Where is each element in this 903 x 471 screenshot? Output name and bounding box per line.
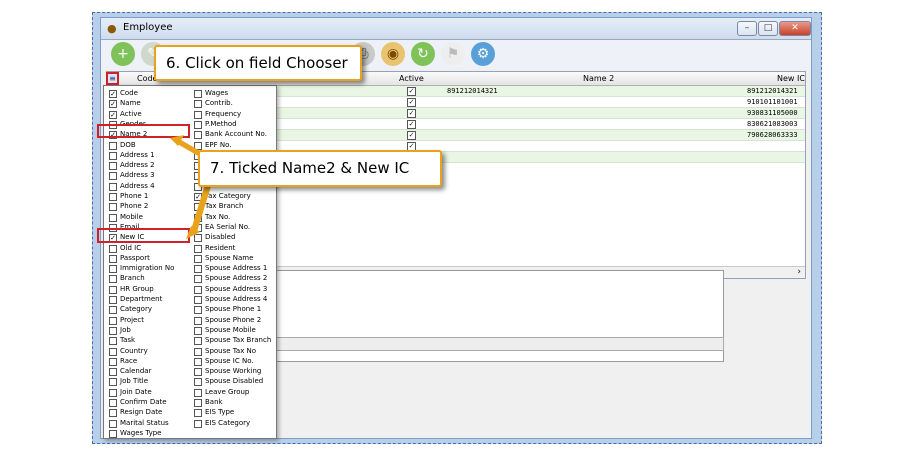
arrow-to-newic: [190, 181, 212, 235]
step6-callout: 6. Click on field Chooser: [154, 45, 362, 81]
callout-arrows: [170, 135, 214, 239]
step7-callout: 7. Ticked Name2 & New IC: [198, 150, 442, 187]
